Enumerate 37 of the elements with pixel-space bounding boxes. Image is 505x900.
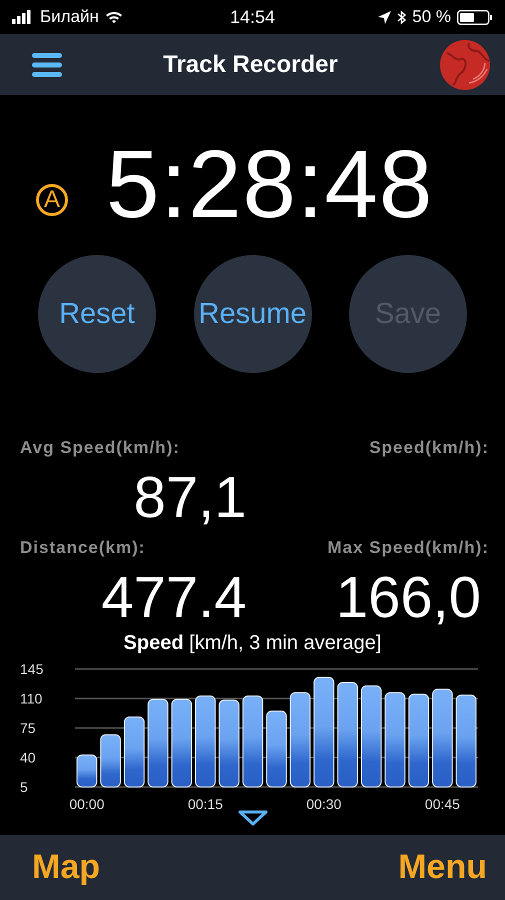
round-button[interactable]: Resume [194,255,312,373]
axis-label: 00:30 [306,796,342,812]
chart-bar [100,734,121,788]
stat-value: 166,0 [336,564,482,632]
round-button[interactable]: Reset [38,255,156,373]
stat-label: Distance(km): [20,538,146,558]
clock-time: 14:54 [230,6,276,28]
wifi-icon [104,10,123,24]
stat-value: 87,1 [134,464,248,532]
axis-label: 75 [20,720,36,736]
location-icon [378,10,392,24]
chart-title: Speed [km/h, 3 min average] [122,632,382,655]
stat-label: Max Speed(km/h): [328,538,489,558]
chart-bar [76,754,98,788]
menu-tab[interactable]: Menu [398,848,487,887]
axis-label: 00:15 [188,796,223,812]
stat-label: Speed(km/h): [369,438,489,458]
axis-label: 5 [20,779,28,795]
chart-bar [124,716,145,788]
axis-label: 145 [20,661,44,677]
map-tab[interactable]: Map [32,848,100,887]
axis-label: 00:00 [69,796,104,812]
stat-label: Avg Speed(km/h): [20,438,180,458]
screen-title: Track Recorder [163,50,338,78]
axis-label: 110 [20,690,42,706]
carrier-name: Билайн [40,7,99,27]
axis-label: 00:45 [424,796,460,812]
elapsed-time: 5:28:48 [106,130,434,240]
stat-value: 477.4 [101,564,248,632]
menu-icon[interactable] [32,52,62,76]
battery-icon [457,10,494,24]
axis-label: 40 [20,750,36,766]
battery-percent: 50 % [412,7,452,27]
bluetooth-icon [397,10,406,24]
triangle-down-icon[interactable] [238,810,268,826]
globe-icon[interactable] [438,38,491,90]
auto-badge: A [36,184,68,216]
